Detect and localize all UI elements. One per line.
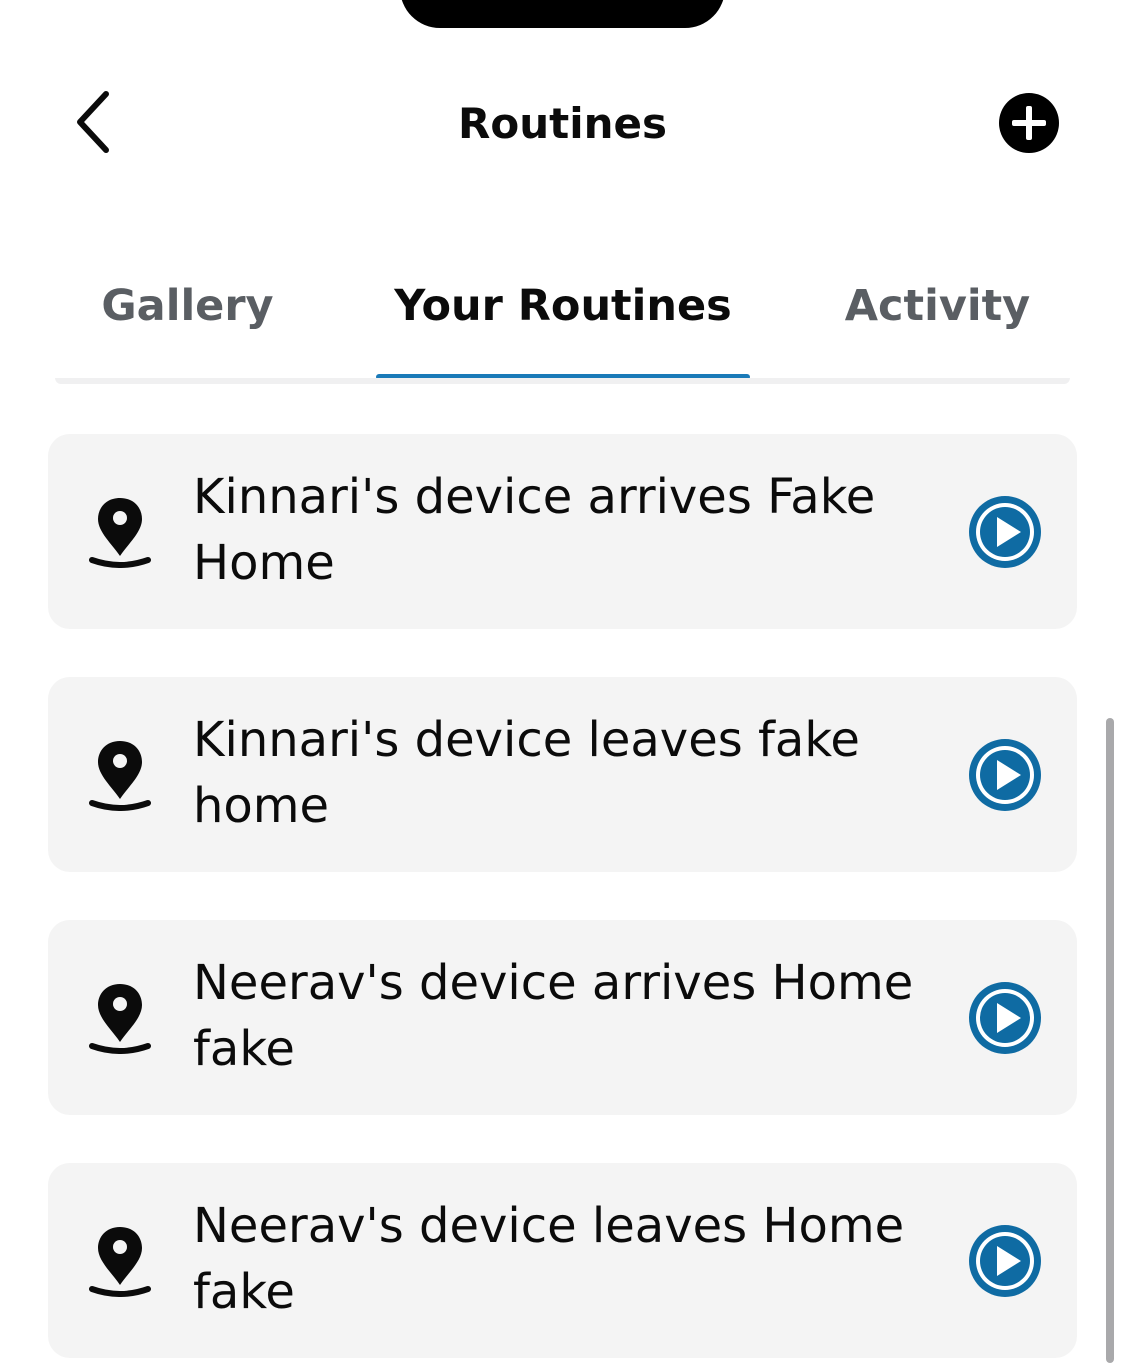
routine-card[interactable]: Neerav's device leaves Home fake — [48, 1163, 1077, 1358]
routine-card[interactable]: Kinnari's device arrives Fake Home — [48, 434, 1077, 629]
plus-circle-icon — [999, 93, 1059, 153]
location-pin-icon — [89, 1227, 151, 1297]
add-routine-button[interactable] — [997, 91, 1061, 155]
play-icon[interactable] — [969, 982, 1041, 1054]
location-pin-icon — [89, 498, 151, 568]
page-title: Routines — [458, 99, 667, 148]
location-pin-icon — [89, 741, 151, 811]
play-icon[interactable] — [969, 739, 1041, 811]
play-icon[interactable] — [969, 496, 1041, 568]
routine-card[interactable]: Neerav's device arrives Home fake — [48, 920, 1077, 1115]
routine-name: Kinnari's device leaves fake home — [193, 712, 860, 834]
routine-name: Neerav's device arrives Home fake — [193, 955, 914, 1077]
routine-name: Kinnari's device arrives Fake Home — [193, 469, 876, 591]
tab-bar: Gallery Your Routines Activity — [0, 270, 1125, 380]
tab-your-routines[interactable]: Your Routines — [376, 270, 750, 342]
location-pin-icon — [89, 984, 151, 1054]
device-notch — [400, 0, 725, 28]
routine-list: Kinnari's device arrives Fake Home Kinna… — [48, 434, 1077, 1363]
routine-name: Neerav's device leaves Home fake — [193, 1198, 905, 1320]
scrollbar[interactable] — [1106, 718, 1114, 1363]
routine-card[interactable]: Kinnari's device leaves fake home — [48, 677, 1077, 872]
play-icon[interactable] — [969, 1225, 1041, 1297]
tab-gallery[interactable]: Gallery — [60, 270, 315, 342]
tab-activity[interactable]: Activity — [810, 270, 1065, 342]
tabs-divider — [55, 378, 1070, 384]
routines-screen: Routines Gallery Your Routines Activity … — [0, 0, 1125, 1363]
